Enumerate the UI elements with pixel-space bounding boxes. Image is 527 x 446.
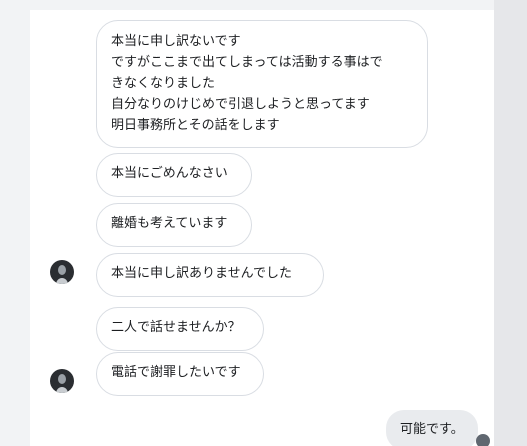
person-silhouette-icon <box>50 369 74 393</box>
chat-panel[interactable]: 本当に申し訳ないです ですがここまで出てしまっては活動する事はで きなくなりまし… <box>30 10 494 446</box>
message-line: 自分なりのけじめで引退しようと思ってます <box>111 97 370 112</box>
sender-avatar[interactable] <box>50 369 74 393</box>
message-line: きなくなりました <box>111 76 216 91</box>
message-line: 明日事務所とその話をします <box>111 118 280 133</box>
reply-text: 可能です。 <box>400 422 464 437</box>
message-bubble: 電話で謝罪したいです <box>96 352 264 396</box>
message-bubble: 本当にごめんなさい <box>96 153 252 197</box>
message-line: 電話で謝罪したいです <box>111 365 241 380</box>
message-line: 二人で話せませんか？ <box>111 320 241 335</box>
person-silhouette-icon <box>50 260 74 284</box>
message-line: 本当に申し訳ありませんでした <box>111 266 292 281</box>
message-bubble: 離婚も考えています <box>96 203 252 247</box>
message-bubble: 二人で話せませんか？ <box>96 307 264 351</box>
reply-bubble: 可能です。 <box>386 410 478 446</box>
seen-avatar-icon <box>476 434 490 446</box>
message-line: 本当にごめんなさい <box>111 166 228 181</box>
message-bubble: 本当に申し訳ないです ですがここまで出てしまっては活動する事はで きなくなりまし… <box>96 20 428 148</box>
message-line: 本当に申し訳ないです <box>111 34 241 49</box>
message-line: 離婚も考えています <box>111 216 228 231</box>
message-bubble: 本当に申し訳ありませんでした <box>96 253 324 297</box>
sender-avatar[interactable] <box>50 260 74 284</box>
message-line: ですがここまで出てしまっては活動する事はで <box>111 55 383 70</box>
window-edge <box>494 0 527 446</box>
